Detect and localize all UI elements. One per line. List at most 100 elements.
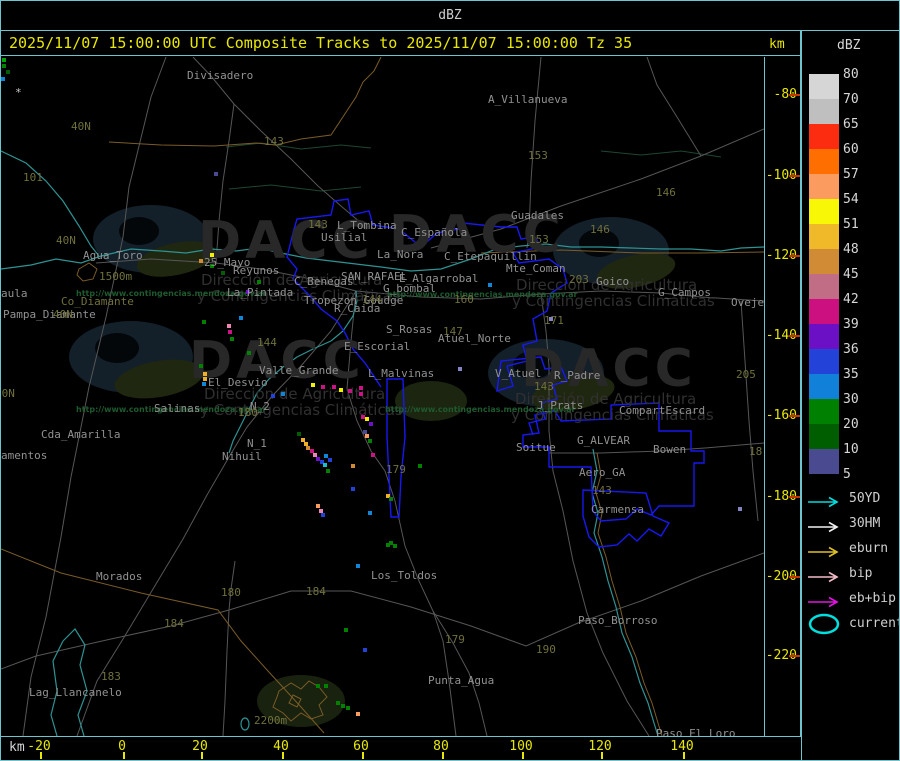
x-axis-tick-mark	[282, 752, 284, 759]
timestamp-text: 2025/11/07 15:00:00 UTC Composite Tracks…	[9, 34, 632, 52]
colorbar-band	[809, 299, 839, 324]
colorbar-band	[809, 374, 839, 399]
map-route-label: 40N	[0, 388, 15, 399]
map-place-label: Soitue	[516, 442, 556, 453]
x-axis-tick-label: 60	[353, 739, 369, 754]
map-place-label: R_Caida	[334, 303, 380, 314]
radar-echo-pixel	[356, 712, 360, 716]
colorbar-value-label: 10	[843, 442, 873, 457]
map-place-label: *	[15, 87, 22, 98]
legend-arrow-icon	[807, 593, 843, 612]
colorbar-value-label: 60	[843, 142, 873, 157]
map-right-border	[764, 57, 765, 736]
map-place-label: Salinas	[154, 403, 200, 414]
colorbar-band	[809, 349, 839, 374]
radar-echo-pixel	[339, 388, 343, 392]
map-place-label: C_Benegas	[294, 276, 354, 287]
radar-echo-pixel	[488, 283, 492, 287]
title-bar: dBZ	[1, 1, 899, 31]
map-route-label: 143	[264, 136, 284, 147]
colorbar-band	[809, 149, 839, 174]
map-place-label: Reyunos	[233, 265, 279, 276]
radar-echo-pixel	[418, 464, 422, 468]
radar-echo-pixel	[202, 320, 206, 324]
radar-echo-pixel	[230, 337, 234, 341]
x-axis-tick-mark	[522, 752, 524, 759]
radar-echo-pixel	[371, 453, 375, 457]
radar-echo-pixel	[328, 458, 332, 462]
radar-echo-pixel	[341, 704, 345, 708]
colorbar-value-label: 65	[843, 117, 873, 132]
colorbar-band	[809, 249, 839, 274]
map-place-label: amentos	[1, 450, 47, 461]
map-route-label: 153	[528, 150, 548, 161]
x-axis-tick-label: 100	[509, 739, 532, 754]
map-route-label: 184	[164, 618, 184, 629]
radar-echo-pixel	[281, 392, 285, 396]
colorbar-value-label: 5	[843, 467, 873, 482]
map-route-label: 190	[536, 644, 556, 655]
y-axis-tick-mark	[789, 335, 800, 337]
radar-echo-pixel	[369, 422, 373, 426]
radar-echo-pixel	[228, 330, 232, 334]
colorbar-value-label: 36	[843, 342, 873, 357]
contour-lines	[226, 143, 721, 191]
radar-echo-pixel	[326, 469, 330, 473]
map-place-label: L_Malvinas	[368, 368, 434, 379]
radar-echo-pixel	[199, 364, 203, 368]
radar-echo-pixel	[336, 701, 340, 705]
radar-echo-pixel	[348, 389, 352, 393]
legend-arrow-icon	[807, 493, 843, 512]
radar-echo-pixel	[351, 464, 355, 468]
radar-echo-pixel	[365, 434, 369, 438]
radar-echo-pixel	[386, 543, 390, 547]
map-place-label: Carmensa	[591, 504, 644, 515]
radar-echo-pixel	[359, 386, 363, 390]
x-axis-tick-label: 120	[588, 739, 611, 754]
colorbar-value-label: 70	[843, 92, 873, 107]
map-place-label: Agua_Toro	[83, 250, 143, 261]
radar-echo-pixel	[316, 684, 320, 688]
colorbar-value-label: 48	[843, 242, 873, 257]
radar-echo-pixel	[257, 280, 261, 284]
map-place-label: Punta_Agua	[428, 675, 494, 686]
radar-app-window: dBZ 2025/11/07 15:00:00 UTC Composite Tr…	[0, 0, 900, 761]
legend-item-label: bip	[849, 566, 872, 581]
colorbar-value-label: 54	[843, 192, 873, 207]
x-axis-tick-mark	[40, 752, 42, 759]
map-route-label: 144	[257, 337, 277, 348]
map-route-label: 160	[454, 294, 474, 305]
radar-echo-pixel	[321, 385, 325, 389]
map-route-label: 179	[386, 464, 406, 475]
map-place-label: S_Rosas	[386, 324, 432, 335]
map-route-label: 1500m	[99, 271, 132, 282]
colorbar-title: dBZ	[837, 38, 860, 53]
radar-echo-pixel	[738, 507, 742, 511]
x-axis-tick-label: -20	[27, 739, 50, 754]
map-place-label: G_ALVEAR	[577, 435, 630, 446]
radar-echo-pixel	[458, 367, 462, 371]
y-axis-tick-mark	[789, 175, 800, 177]
map-place-label: Paso_Borroso	[578, 615, 657, 626]
header-bar: 2025/11/07 15:00:00 UTC Composite Tracks…	[1, 31, 800, 56]
colorbar-band	[809, 124, 839, 149]
map-place-label: La_Nora	[377, 249, 423, 260]
radar-echo-pixel	[227, 324, 231, 328]
y-axis-tick-mark	[789, 496, 800, 498]
map-place-label: L_Tombina	[337, 220, 397, 231]
x-axis-tick-mark	[201, 752, 203, 759]
radar-echo-pixel	[356, 564, 360, 568]
radar-echo-pixel	[368, 439, 372, 443]
window-title: dBZ	[438, 8, 461, 23]
legend-current-ellipse-icon	[807, 612, 843, 640]
map-route-label: 180	[238, 407, 258, 418]
map-place-label: Divisadero	[187, 70, 253, 81]
colorbar-value-label: 57	[843, 167, 873, 182]
map-route-label: 179	[445, 634, 465, 645]
y-axis-unit-label: km	[769, 37, 785, 52]
map-place-label: N_1	[247, 438, 267, 449]
map-place-label: Bowen	[653, 444, 686, 455]
map-route-label: 143	[308, 219, 328, 230]
map-place-label: Goico	[596, 276, 629, 287]
legend-item-label: current	[849, 616, 900, 631]
